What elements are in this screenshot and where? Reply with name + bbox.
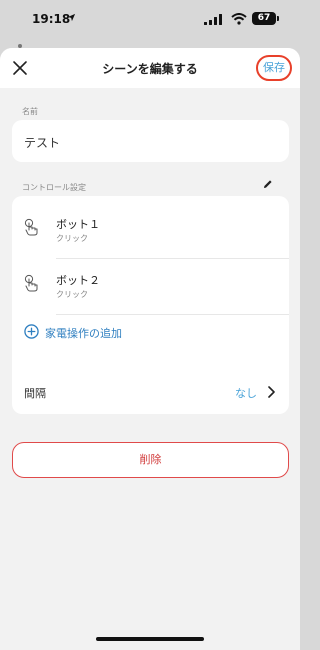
add-appliance-label: 家電操作の追加 <box>45 327 122 340</box>
bot-action: クリック <box>56 290 88 299</box>
save-button[interactable]: 保存 <box>256 55 292 81</box>
battery-indicator: 67 <box>252 12 279 25</box>
status-bar: 19:18 67 <box>0 0 300 40</box>
location-arrow-icon <box>67 13 76 22</box>
interval-label: 間隔 <box>24 387 46 400</box>
add-circle-icon <box>24 324 39 339</box>
add-appliance-button[interactable]: 家電操作の追加 <box>12 318 289 348</box>
edit-pencil-icon[interactable] <box>263 179 273 189</box>
bot-action: クリック <box>56 234 88 243</box>
name-value: テスト <box>24 136 61 150</box>
wifi-icon <box>231 13 247 25</box>
tap-hand-icon <box>24 218 38 236</box>
control-section-label: コントロール設定 <box>22 183 86 192</box>
bot-name: ボット２ <box>56 274 100 287</box>
edit-scene-sheet: シーンを編集する 保存 名前 テスト コントロール設定 ボット１ クリック ボッ… <box>0 48 300 650</box>
list-item[interactable]: ボット１ クリック <box>12 202 289 258</box>
divider <box>56 314 289 315</box>
cellular-signal-icon <box>204 14 222 25</box>
page-title: シーンを編集する <box>102 62 198 76</box>
navigation-bar: シーンを編集する 保存 <box>0 48 300 88</box>
list-item[interactable]: ボット２ クリック <box>12 258 289 314</box>
delete-button[interactable]: 削除 <box>12 442 289 478</box>
name-section-label: 名前 <box>22 107 38 116</box>
name-field[interactable]: テスト <box>12 120 289 162</box>
chevron-right-icon <box>268 386 275 398</box>
home-indicator <box>96 637 204 641</box>
interval-value: なし <box>235 387 257 400</box>
bot-name: ボット１ <box>56 218 100 231</box>
interval-row[interactable]: 間隔 なし <box>12 370 289 414</box>
tap-hand-icon <box>24 274 38 292</box>
status-time: 19:18 <box>32 12 71 26</box>
